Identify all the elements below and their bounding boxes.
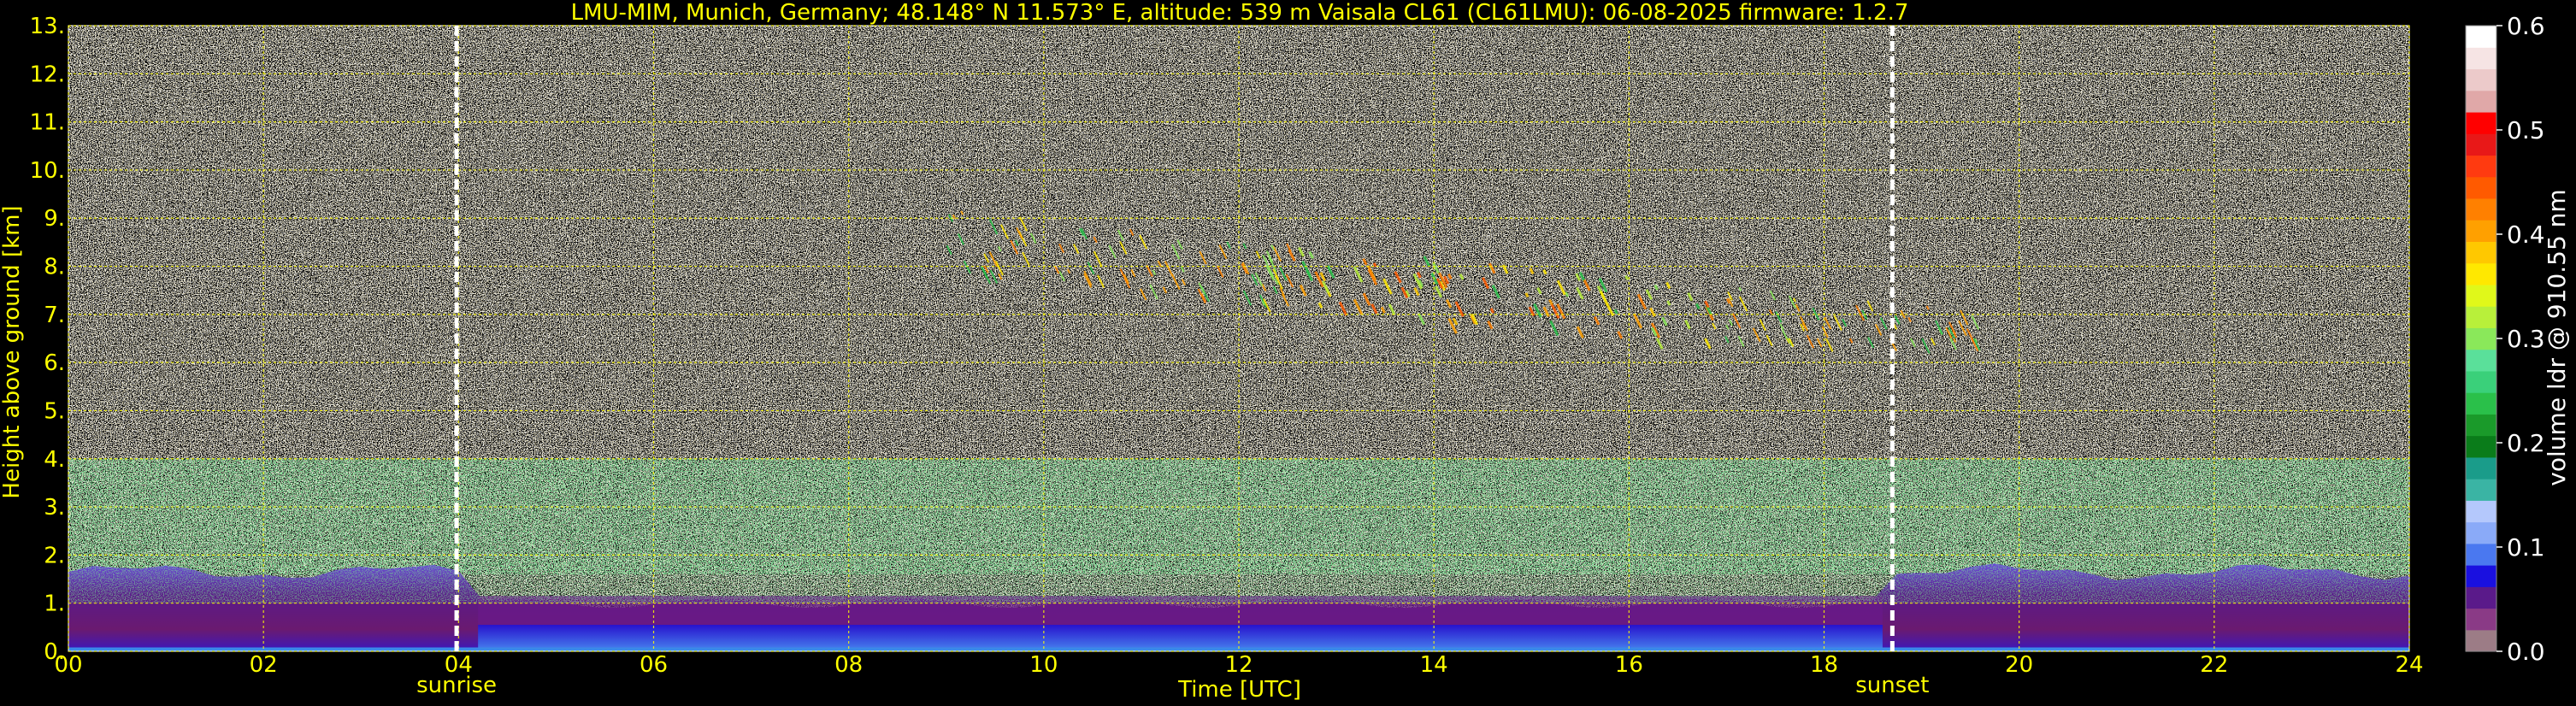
x-tick-label: 10 xyxy=(1029,652,1058,678)
cirrus-streak xyxy=(1372,262,1377,268)
colorbar-segment xyxy=(2466,241,2496,264)
colorbar-segment xyxy=(2466,262,2496,285)
colorbar-segment xyxy=(2466,176,2496,199)
y-tick-label: 11. xyxy=(30,110,65,136)
x-tick-label: 02 xyxy=(250,652,278,678)
x-tick-label: 06 xyxy=(640,652,668,678)
y-tick-label: 4. xyxy=(44,447,65,473)
y-tick-label: 2. xyxy=(44,543,65,568)
colorbar-segment xyxy=(2466,629,2496,652)
colorbar-segment xyxy=(2466,500,2496,523)
colorbar-segment xyxy=(2466,456,2496,479)
colorbar-segment xyxy=(2466,521,2496,544)
y-tick-label: 13. xyxy=(30,14,65,39)
colorbar-segment xyxy=(2466,26,2496,48)
colorbar-label: volume ldr @ 910.55 nm xyxy=(2543,189,2571,485)
y-tick-label: 8. xyxy=(44,255,65,280)
colorbar-segment xyxy=(2466,284,2496,307)
y-tick-label: 9. xyxy=(44,206,65,232)
chart-title: LMU-MIM, Munich, Germany; 48.148° N 11.5… xyxy=(571,0,1909,26)
boundary-layer-day xyxy=(478,625,1883,651)
colorbar-segment xyxy=(2466,586,2496,609)
y-tick-label: 7. xyxy=(44,303,65,328)
colorbar-segment xyxy=(2466,479,2496,501)
y-tick-label: 1. xyxy=(44,591,65,617)
cirrus-streak xyxy=(1624,274,1630,280)
colorbar: 0.0 0.1 0.2 0.3 0.4 0.5 0.6 xyxy=(2465,12,2545,666)
colorbar-segment xyxy=(2466,543,2496,566)
x-tick-label: 00 xyxy=(54,652,82,678)
colorbar-segment xyxy=(2466,608,2496,631)
colorbar-segment xyxy=(2466,90,2496,113)
y-tick-label: 3. xyxy=(44,495,65,521)
colorbar-segment xyxy=(2466,155,2496,178)
x-axis: 00 02 04 06 08 10 12 14 16 18 20 22 24 xyxy=(54,652,2423,678)
colorbar-segment xyxy=(2466,111,2496,134)
y-tick-label: 10. xyxy=(30,158,65,184)
sunset-label: sunset xyxy=(1855,673,1929,698)
y-tick-label: 6. xyxy=(44,350,65,376)
x-tick-label: 04 xyxy=(445,652,473,678)
colorbar-tick-label: 0.1 xyxy=(2507,533,2545,562)
colorbar-tick-label: 0.5 xyxy=(2507,116,2545,144)
x-tick-label: 14 xyxy=(1420,652,1448,678)
colorbar-segment xyxy=(2466,68,2496,91)
cirrus-streak xyxy=(1524,292,1530,298)
colorbar-tick-label: 0.6 xyxy=(2507,12,2545,40)
colorbar-segment xyxy=(2466,47,2496,70)
x-tick-label: 22 xyxy=(2200,652,2228,678)
colorbar-segment xyxy=(2466,435,2496,458)
y-axis: 0.1.2.3.4.5.6.7.8.9.10.11.12.13. xyxy=(30,14,65,665)
x-tick-label: 12 xyxy=(1224,652,1253,678)
colorbar-segment xyxy=(2466,349,2496,372)
ldr-heatmap-chart: sunrise sunset 0.1.2.3.4.5.6.7.8.9.10.11.… xyxy=(0,0,2571,703)
colorbar-segment xyxy=(2466,370,2496,393)
colorbar-segment xyxy=(2466,197,2496,221)
colorbar-segment xyxy=(2466,327,2496,350)
colorbar-segment xyxy=(2466,414,2496,437)
colorbar-segment xyxy=(2466,220,2496,243)
noise-texture-green xyxy=(68,458,2409,574)
colorbar-segment xyxy=(2466,392,2496,415)
colorbar-segment xyxy=(2466,306,2496,328)
colorbar-segment xyxy=(2466,133,2496,156)
colorbar-tick-label: 0.0 xyxy=(2507,638,2545,666)
y-axis-label: Height above ground [km] xyxy=(0,205,25,498)
y-tick-label: 5. xyxy=(44,398,65,424)
colorbar-tick-label: 0.4 xyxy=(2507,221,2545,249)
x-tick-label: 18 xyxy=(1810,652,1838,678)
x-tick-label: 16 xyxy=(1615,652,1643,678)
x-tick-label: 08 xyxy=(834,652,863,678)
x-tick-label: 24 xyxy=(2395,652,2423,678)
colorbar-segment xyxy=(2466,565,2496,587)
y-tick-label: 12. xyxy=(30,62,65,87)
x-axis-label: Time [UTC] xyxy=(1177,677,1301,703)
x-tick-label: 20 xyxy=(2005,652,2033,678)
colorbar-tick-label: 0.3 xyxy=(2507,325,2545,353)
colorbar-tick-label: 0.2 xyxy=(2507,429,2545,457)
